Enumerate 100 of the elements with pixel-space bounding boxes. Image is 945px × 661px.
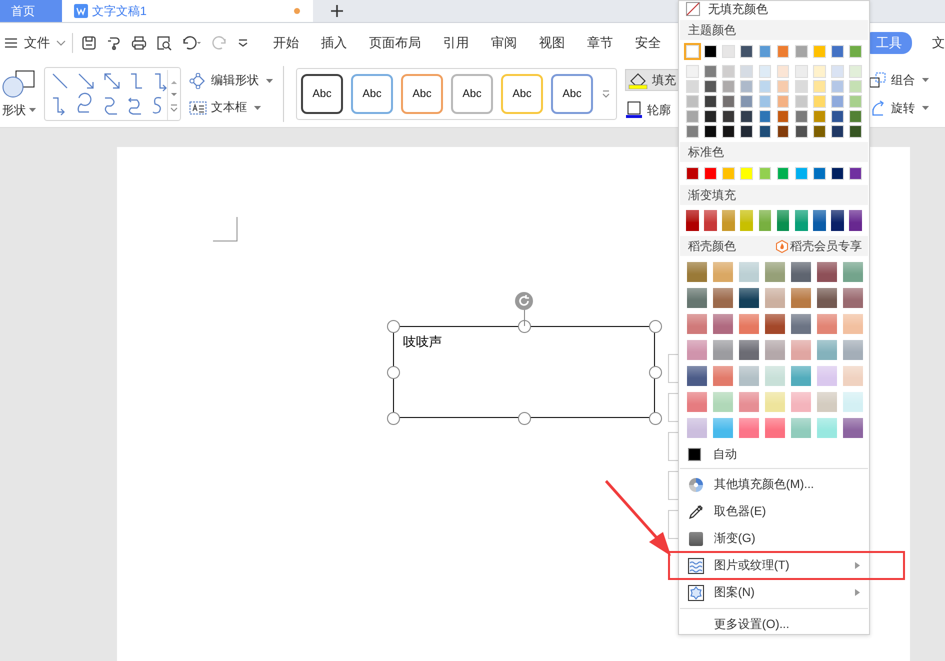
gradient-swatch[interactable] — [739, 418, 759, 438]
color-swatch[interactable] — [740, 65, 754, 78]
color-swatch[interactable] — [849, 167, 862, 180]
color-swatch[interactable] — [776, 80, 790, 93]
color-swatch[interactable] — [758, 80, 772, 93]
gradient-swatch[interactable] — [843, 340, 863, 360]
gradient-swatch[interactable] — [791, 340, 811, 360]
gradient-swatch[interactable] — [713, 392, 733, 412]
gradient-swatch[interactable] — [686, 210, 699, 231]
color-swatch[interactable] — [812, 45, 826, 58]
gradient-swatch[interactable] — [817, 314, 837, 334]
add-tab-icon[interactable] — [330, 4, 344, 18]
color-swatch[interactable] — [812, 65, 826, 78]
gradient-swatch[interactable] — [843, 288, 863, 308]
color-swatch[interactable] — [686, 65, 699, 78]
gradient-swatch[interactable] — [765, 314, 785, 334]
automatic-color-option[interactable]: 自动 — [680, 438, 868, 466]
shape-style-option[interactable]: Abc — [301, 74, 343, 114]
more-styles-icon[interactable] — [601, 89, 611, 99]
color-swatch[interactable] — [722, 95, 736, 108]
gradient-swatch[interactable] — [817, 392, 837, 412]
color-swatch[interactable] — [740, 95, 754, 108]
shape-style-option[interactable]: Abc — [351, 74, 393, 114]
color-swatch[interactable] — [831, 125, 844, 138]
color-swatch[interactable] — [704, 110, 717, 123]
color-swatch[interactable] — [849, 80, 862, 93]
text-box-button[interactable]: 文本框 — [189, 99, 273, 116]
color-swatch[interactable] — [740, 110, 754, 123]
menu-item[interactable]: 图片或纹理(T) — [669, 552, 904, 579]
format-painter-icon[interactable] — [106, 35, 122, 51]
gradient-swatch[interactable] — [739, 288, 759, 308]
gradient-swatch[interactable] — [713, 262, 733, 282]
shape-gallery[interactable] — [44, 67, 181, 121]
no-fill-option[interactable]: 无填充颜色 — [680, 1, 868, 17]
gradient-swatch[interactable] — [687, 314, 707, 334]
gallery-scroll-buttons[interactable] — [167, 70, 180, 120]
color-swatch[interactable] — [831, 65, 844, 78]
gradient-swatch[interactable] — [776, 210, 790, 231]
gradient-swatch[interactable] — [713, 340, 733, 360]
gradient-swatch[interactable] — [739, 262, 759, 282]
undo-icon[interactable] — [181, 35, 203, 51]
color-swatch[interactable] — [794, 167, 808, 180]
shape-style-option[interactable]: Abc — [501, 74, 543, 114]
color-swatch[interactable] — [722, 45, 736, 58]
gradient-swatch[interactable] — [791, 366, 811, 386]
color-swatch[interactable] — [722, 80, 736, 93]
ribbon-tab[interactable]: 页面布局 — [358, 34, 432, 52]
shape-style-option[interactable]: Abc — [551, 74, 593, 114]
color-swatch[interactable] — [686, 125, 699, 138]
color-swatch[interactable] — [740, 167, 754, 180]
color-swatch[interactable] — [704, 167, 717, 180]
color-swatch[interactable] — [812, 167, 826, 180]
color-swatch[interactable] — [812, 95, 826, 108]
gradient-swatch[interactable] — [791, 392, 811, 412]
gradient-swatch[interactable] — [791, 314, 811, 334]
gradient-swatch[interactable] — [713, 288, 733, 308]
gradient-swatch[interactable] — [791, 418, 811, 438]
gradient-swatch[interactable] — [687, 262, 707, 282]
color-swatch[interactable] — [704, 95, 717, 108]
shape-style-option[interactable]: Abc — [401, 74, 443, 114]
color-swatch[interactable] — [704, 80, 717, 93]
color-swatch[interactable] — [758, 45, 772, 58]
color-swatch[interactable] — [794, 80, 808, 93]
color-swatch[interactable] — [776, 125, 790, 138]
gradient-swatch[interactable] — [812, 210, 826, 231]
color-swatch[interactable] — [831, 80, 844, 93]
resize-handle[interactable] — [518, 320, 531, 333]
ribbon-tab[interactable]: 插入 — [310, 34, 358, 52]
gradient-swatch[interactable] — [843, 366, 863, 386]
color-swatch[interactable] — [849, 65, 862, 78]
ribbon-tab[interactable]: 引用 — [432, 34, 480, 52]
gradient-swatch[interactable] — [791, 262, 811, 282]
color-swatch[interactable] — [849, 95, 862, 108]
color-swatch[interactable] — [849, 45, 862, 58]
gradient-swatch[interactable] — [704, 210, 717, 231]
menu-item[interactable]: 其他填充颜色(M)... — [680, 471, 868, 498]
document-tab[interactable]: 文字文稿1 — [62, 0, 313, 22]
gradient-swatch[interactable] — [687, 288, 707, 308]
ribbon-tab[interactable]: 文 — [918, 34, 945, 52]
color-swatch[interactable] — [812, 110, 826, 123]
save-icon[interactable] — [81, 35, 97, 51]
gradient-swatch[interactable] — [740, 210, 754, 231]
gradient-swatch[interactable] — [765, 366, 785, 386]
gradient-swatch[interactable] — [794, 210, 808, 231]
gradient-swatch[interactable] — [843, 418, 863, 438]
color-swatch[interactable] — [740, 45, 754, 58]
color-swatch[interactable] — [776, 167, 790, 180]
ribbon-tab[interactable]: 视图 — [528, 34, 576, 52]
more-icon[interactable] — [237, 37, 249, 49]
resize-handle[interactable] — [387, 366, 400, 379]
color-swatch[interactable] — [740, 125, 754, 138]
menu-item[interactable]: 更多设置(O)... — [680, 611, 868, 638]
style-gallery[interactable]: Abc Abc Abc Abc Abc Abc — [296, 68, 617, 120]
color-swatch[interactable] — [849, 125, 862, 138]
color-swatch[interactable] — [722, 125, 736, 138]
gradient-swatch[interactable] — [765, 262, 785, 282]
gradient-swatch[interactable] — [722, 210, 736, 231]
color-swatch[interactable] — [794, 45, 808, 58]
gradient-swatch[interactable] — [739, 314, 759, 334]
ribbon-tab[interactable]: 开始 — [262, 34, 310, 52]
